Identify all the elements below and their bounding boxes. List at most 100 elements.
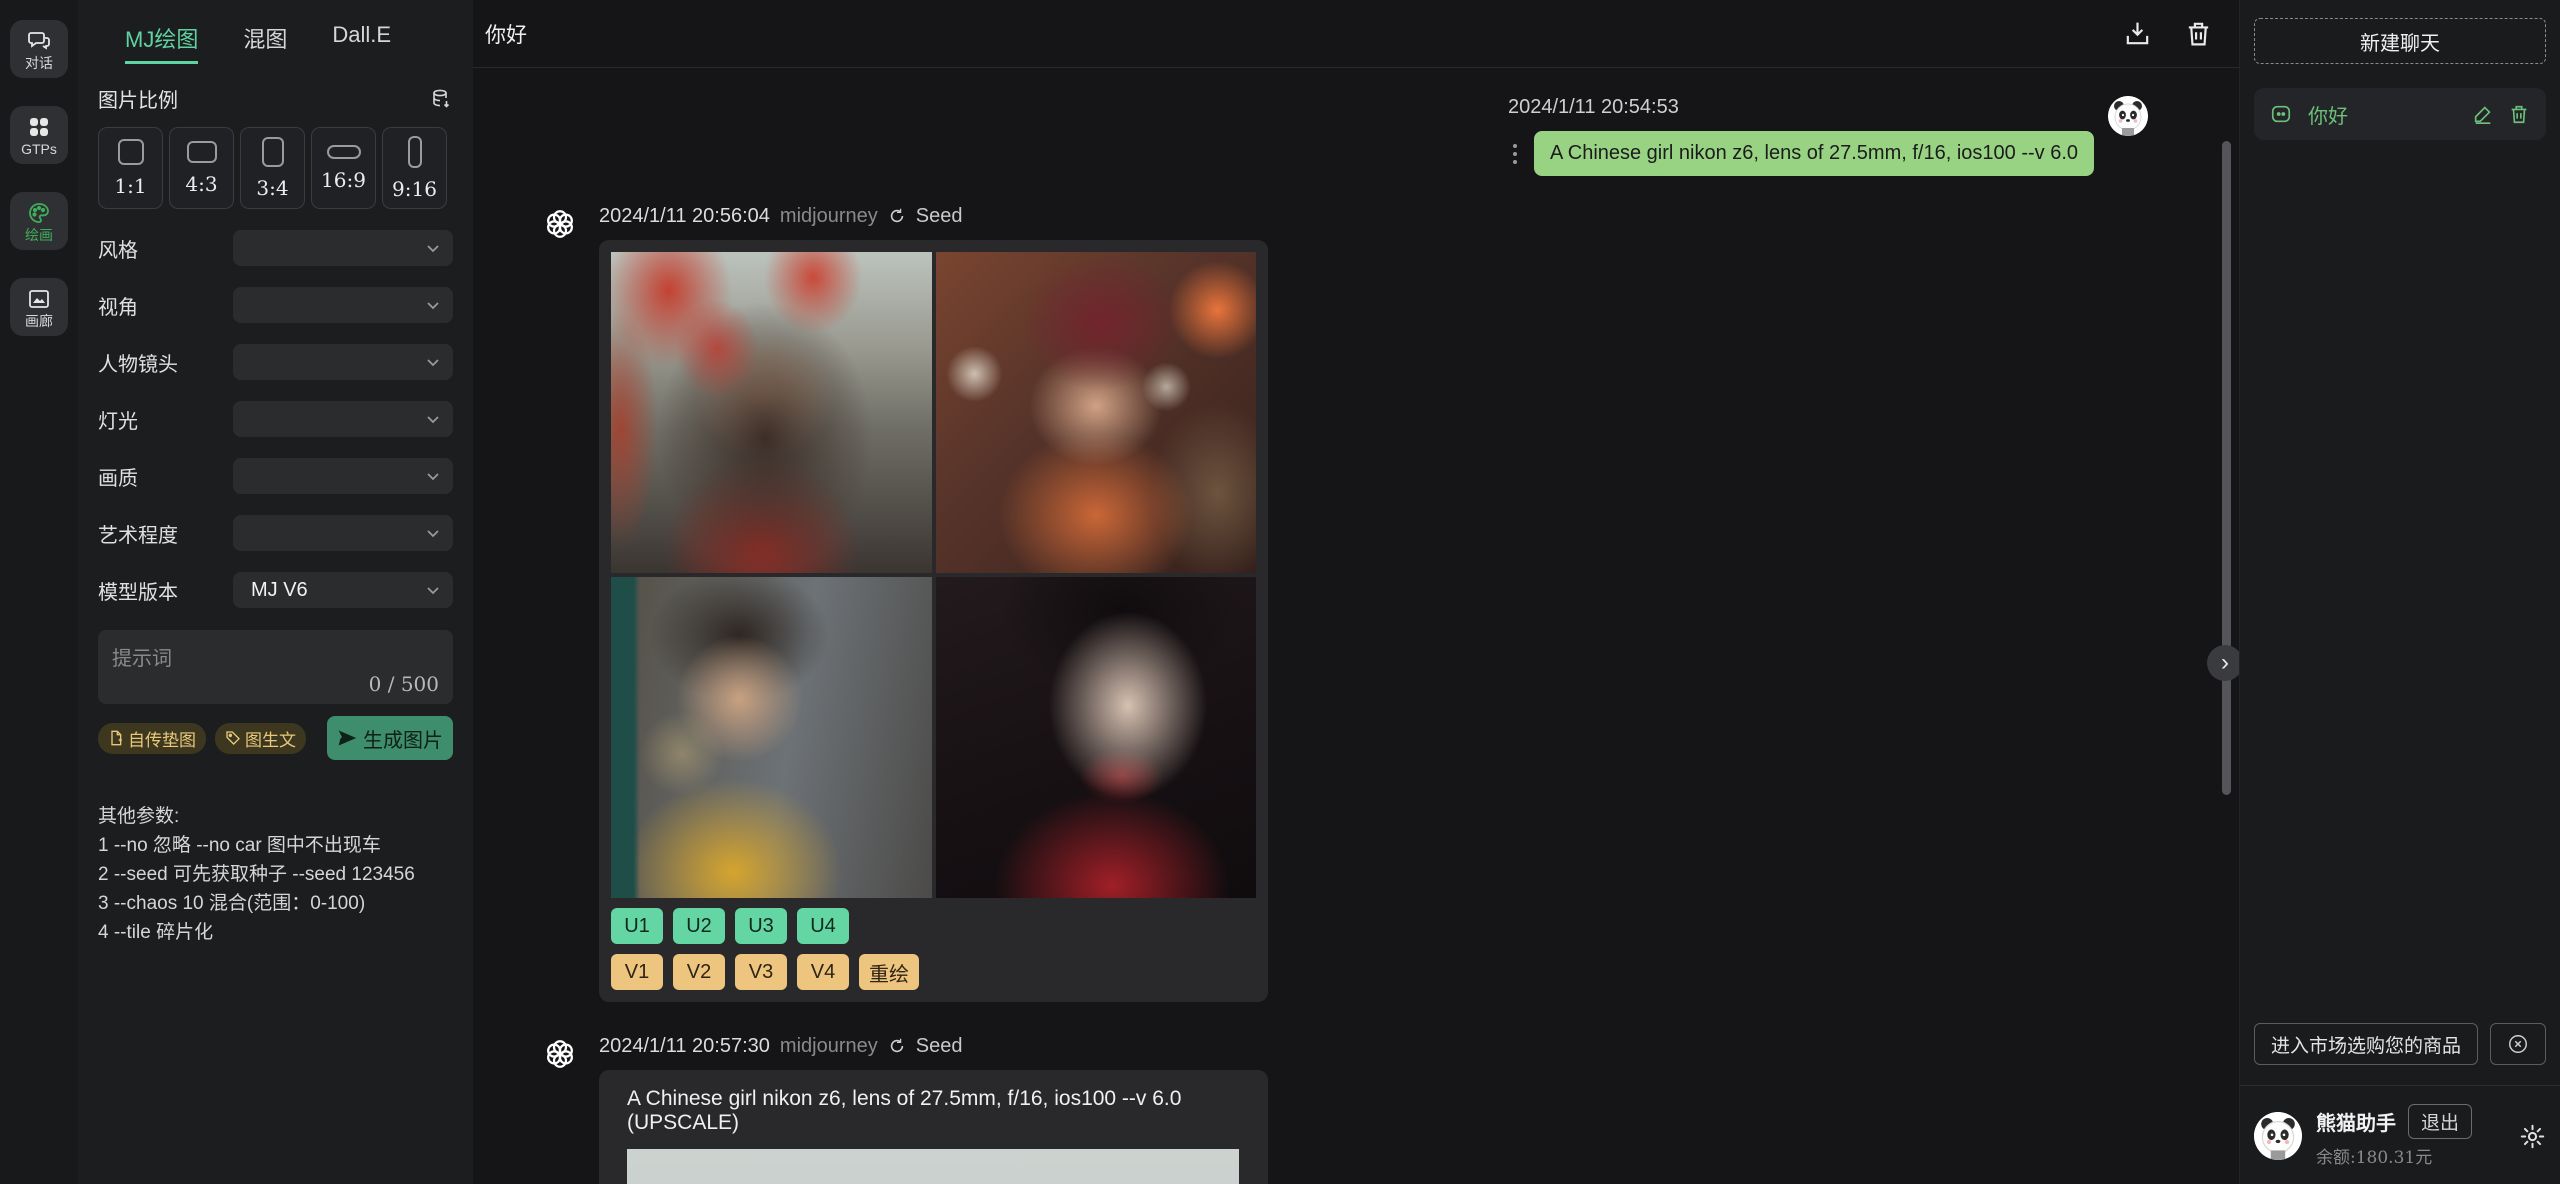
settings-gear-icon[interactable]	[2519, 1123, 2546, 1150]
upscale-4-button[interactable]: U4	[797, 908, 849, 944]
upscale-2-button[interactable]: U2	[673, 908, 725, 944]
lighting-select[interactable]	[233, 401, 453, 437]
image-to-text-button[interactable]: 图生文	[215, 723, 306, 754]
refresh-icon[interactable]	[888, 1037, 906, 1055]
nav-label-chat: 对话	[25, 56, 53, 70]
nav-item-chat[interactable]: 对话	[10, 20, 68, 78]
seed-link[interactable]: Seed	[916, 1035, 963, 1058]
bot-message-upscale: 2024/1/11 20:57:30 midjourney Seed A Chi…	[542, 1034, 2239, 1184]
draw-tabs: MJ绘图 混图 Dall.E	[98, 0, 453, 64]
lighting-label: 灯光	[98, 405, 138, 434]
app-window: 对话 GTPs 绘画 画廊 MJ绘图	[0, 0, 2560, 1184]
save-preset-icon[interactable]	[429, 87, 453, 111]
ratio-shape-icon	[408, 136, 422, 168]
style-select[interactable]	[233, 230, 453, 266]
upload-base-image-button[interactable]: 自传垫图	[98, 723, 206, 754]
ratio-option-1-1[interactable]: 1:1	[98, 127, 163, 209]
dismiss-market-button[interactable]	[2490, 1023, 2546, 1065]
trash-icon[interactable]	[2184, 19, 2213, 48]
prompt-box: 0 / 500	[98, 630, 453, 704]
generated-image-3[interactable]	[611, 577, 932, 898]
ratio-option-16-9[interactable]: 16:9	[311, 127, 376, 209]
chat-scrollbar[interactable]	[2222, 141, 2231, 795]
sidebar-footer: 进入市场选购您的商品	[2240, 1023, 2560, 1184]
upscale-prompt-text: A Chinese girl nikon z6, lens of 27.5mm,…	[627, 1087, 1240, 1135]
aspect-ratio-options: 1:1 4:3 3:4 16:9 9:16	[98, 127, 453, 209]
ratio-shape-icon	[327, 145, 361, 159]
upscale-1-button[interactable]: U1	[611, 908, 663, 944]
new-chat-button[interactable]: 新建聊天	[2254, 18, 2546, 64]
chevron-down-icon	[425, 468, 441, 484]
model-version-select[interactable]: MJ V6	[233, 572, 453, 608]
variation-2-button[interactable]: V2	[673, 954, 725, 990]
style-label: 风格	[98, 234, 138, 263]
openai-logo-icon	[542, 206, 578, 242]
chat-list-item[interactable]: 你好	[2254, 88, 2546, 140]
variation-3-button[interactable]: V3	[735, 954, 787, 990]
user-message: 2024/1/11 20:54:53 A Chinese girl nikon …	[542, 96, 2239, 176]
refresh-icon[interactable]	[888, 207, 906, 225]
generate-image-button[interactable]: 生成图片	[327, 716, 453, 760]
collapse-sidebar-button[interactable]: ›	[2207, 645, 2239, 681]
generation-card: U1 U2 U3 U4 V1 V2 V3 V4 重绘	[599, 240, 1268, 1002]
ratio-option-9-16[interactable]: 9:16	[382, 127, 447, 209]
tab-mj-draw[interactable]: MJ绘图	[125, 22, 198, 64]
kebab-menu-icon[interactable]	[1508, 141, 1522, 167]
ratio-option-3-4[interactable]: 3:4	[240, 127, 305, 209]
nav-label-gtps: GTPs	[21, 142, 57, 156]
nav-label-draw: 绘画	[25, 228, 53, 242]
send-icon	[337, 728, 357, 748]
artistry-label: 艺术程度	[98, 519, 178, 548]
message-timestamp: 2024/1/11 20:54:53	[1508, 96, 1679, 119]
upscaled-image[interactable]	[627, 1149, 1239, 1184]
model-version-label: 模型版本	[98, 576, 178, 605]
delete-icon[interactable]	[2508, 103, 2530, 125]
panda-avatar-image	[2108, 96, 2148, 136]
variation-1-button[interactable]: V1	[611, 954, 663, 990]
tab-blend[interactable]: 混图	[243, 22, 287, 64]
generated-image-2[interactable]	[936, 252, 1257, 573]
generated-image-1[interactable]	[611, 252, 932, 573]
chat-item-title: 你好	[2308, 100, 2456, 129]
chevron-down-icon	[425, 582, 441, 598]
nav-label-gallery: 画廊	[25, 314, 53, 328]
tab-dalle[interactable]: Dall.E	[332, 22, 391, 64]
account-name: 熊猫助手	[2316, 1107, 2396, 1136]
seed-link[interactable]: Seed	[916, 205, 963, 228]
view-angle-select[interactable]	[233, 287, 453, 323]
image-grid	[611, 252, 1256, 898]
edit-icon[interactable]	[2472, 103, 2494, 125]
chat-panel: 你好 2024/1/11 20:54:53	[473, 0, 2239, 1184]
upscale-3-button[interactable]: U3	[735, 908, 787, 944]
chat-title: 你好	[485, 19, 527, 49]
chevron-down-icon	[425, 411, 441, 427]
ratio-shape-icon	[118, 139, 144, 165]
message-timestamp: 2024/1/11 20:57:30	[599, 1035, 770, 1058]
nav-item-gallery[interactable]: 画廊	[10, 278, 68, 336]
prompt-input[interactable]	[98, 630, 453, 704]
other-params-title: 其他参数:	[98, 802, 453, 831]
portrait-lens-select[interactable]	[233, 344, 453, 380]
artistry-select[interactable]	[233, 515, 453, 551]
account-row: 熊猫助手 退出 余额:180.31元	[2254, 1086, 2546, 1168]
chat-messages: 2024/1/11 20:54:53 A Chinese girl nikon …	[473, 68, 2239, 1184]
redraw-button[interactable]: 重绘	[859, 954, 919, 990]
account-avatar[interactable]	[2254, 1112, 2302, 1160]
nav-item-gtps[interactable]: GTPs	[10, 106, 68, 164]
quality-select[interactable]	[233, 458, 453, 494]
nav-item-draw[interactable]: 绘画	[10, 192, 68, 250]
generated-image-4[interactable]	[936, 577, 1257, 898]
chevron-down-icon	[425, 240, 441, 256]
download-icon[interactable]	[2123, 19, 2152, 48]
model-tag: midjourney	[780, 1035, 878, 1058]
gallery-icon	[27, 287, 51, 311]
user-message-bubble: A Chinese girl nikon z6, lens of 27.5mm,…	[1534, 131, 2094, 176]
ratio-option-4-3[interactable]: 4:3	[169, 127, 234, 209]
model-version-value: MJ V6	[245, 579, 425, 602]
user-avatar	[2108, 96, 2148, 136]
quality-label: 画质	[98, 462, 138, 491]
palette-icon	[27, 201, 51, 225]
logout-button[interactable]: 退出	[2408, 1104, 2472, 1139]
variation-4-button[interactable]: V4	[797, 954, 849, 990]
market-button[interactable]: 进入市场选购您的商品	[2254, 1023, 2478, 1065]
